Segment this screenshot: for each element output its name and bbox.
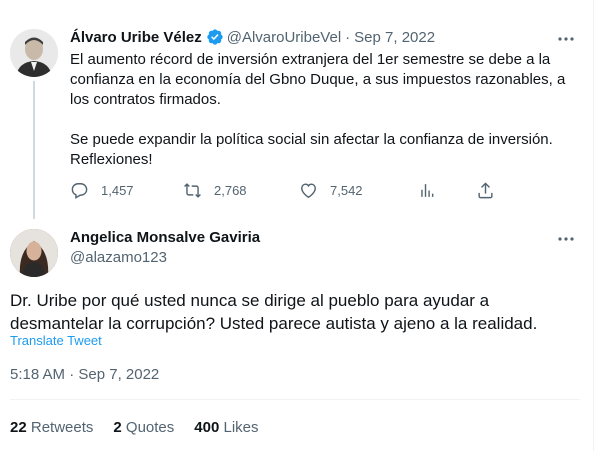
more-icon[interactable] [556,29,576,49]
more-icon[interactable] [556,229,576,249]
divider [10,399,580,400]
likes-stat-count: 400 [194,419,220,436]
retweets-stat[interactable]: 22 Retweets [10,419,93,436]
retweet-button[interactable]: 2,768 [183,181,247,200]
quotes-stat-label: Quotes [125,419,175,436]
quotes-stat[interactable]: 2 Quotes [113,419,174,436]
reply-tweet-text: Dr. Uribe por qué usted nunca se dirige … [10,291,538,333]
reply-count: 1,457 [101,183,134,198]
retweets-stat-count: 22 [10,419,27,436]
avatar-angelica-monsalve[interactable] [10,229,58,277]
likes-stat-label: Likes [223,419,259,436]
author-name[interactable]: Álvaro Uribe Vélez [70,29,202,46]
tweet-paragraph: El aumento récord de inversión extranjer… [70,51,566,108]
translate-tweet-link[interactable]: Translate Tweet [10,333,102,348]
tweet-action-bar: 1,457 2,768 7,542 [70,181,570,203]
reply-author-handle[interactable]: @alazamo123 [70,249,167,266]
likes-stat[interactable]: 400 Likes [194,419,258,436]
share-button[interactable] [476,181,507,200]
reply-button[interactable]: 1,457 [70,181,134,200]
like-button[interactable]: 7,542 [299,181,363,200]
avatar-alvaro-uribe[interactable] [10,29,58,77]
tweet-timestamp[interactable]: 5:18 AM · Sep 7, 2022 [10,366,159,383]
analytics-icon [421,184,434,197]
author-handle[interactable]: @AlvaroUribeVel [227,29,341,46]
separator-dot: · [345,28,351,46]
quotes-stat-count: 2 [113,419,122,436]
like-count: 7,542 [330,183,363,198]
analytics-button[interactable] [418,181,449,200]
parent-tweet-text: El aumento récord de inversión extranjer… [70,50,575,170]
tweet-date[interactable]: Sep 7, 2022 [354,29,435,46]
verified-icon [206,28,224,46]
retweets-stat-label: Retweets [30,419,94,436]
thread-connector-line [33,81,35,219]
parent-tweet-header: Álvaro Uribe Vélez @AlvaroUribeVel · Sep… [70,28,435,46]
retweet-count: 2,768 [214,183,247,198]
tweet-thread: Álvaro Uribe Vélez @AlvaroUribeVel · Sep… [0,0,594,451]
share-icon [478,182,493,199]
reply-icon [71,183,88,199]
reply-author-name[interactable]: Angelica Monsalve Gaviria [70,229,260,246]
tweet-paragraph: Se puede expandir la política social sin… [70,131,553,168]
retweet-icon [184,183,201,198]
tweet-stats: 22 Retweets 2 Quotes 400 Likes [10,419,279,436]
like-icon [301,183,316,199]
